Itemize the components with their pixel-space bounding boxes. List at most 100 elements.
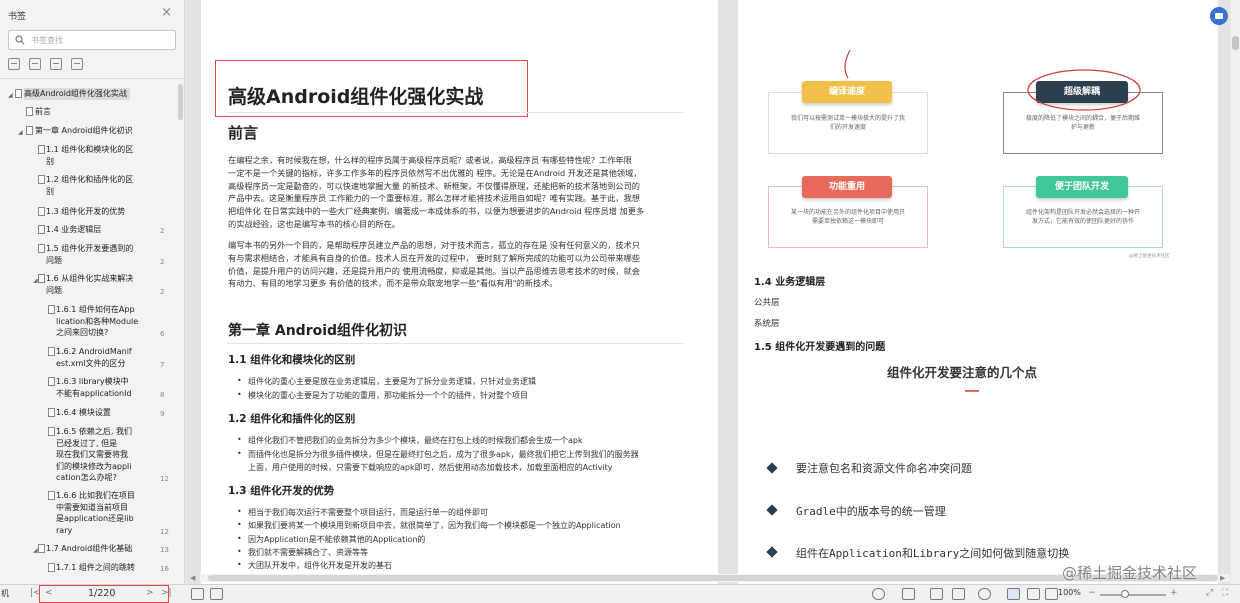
callout-text: 我们可以按需测试单一模块极大的提升了我 们的开发速度 [790, 115, 905, 131]
bookmark-page-icon [38, 225, 45, 234]
toc-item-label: 第一章 Android组件化初识 [35, 126, 133, 135]
toc-item-label: 1.6 从组件化实战来解决 问题 [46, 274, 134, 295]
fit-screen-icon[interactable]: ⤢ [1206, 588, 1213, 598]
callout-text: 某一块的功能在另外的组件化项目中使用只 需要单独依赖这一模块即可 [790, 209, 905, 225]
bookmark-page-icon [48, 347, 55, 356]
bookmark-page-icon [38, 145, 45, 154]
collapse-all-icon[interactable] [29, 58, 41, 70]
toc-item-label: 前言 [35, 107, 51, 116]
page-indicator[interactable]: 1/220 [88, 588, 115, 599]
list-item: 系统层 [754, 319, 780, 329]
badge-compile-speed: 编译速度 [802, 81, 892, 103]
list-item: 而插件化也是拆分为很多插件模块，但是在最终打包之后，成为了很多apk，最终我们把… [237, 449, 639, 460]
toc-page-number: 2 [160, 227, 165, 235]
toc-item-label: 高级Android组件化强化实战 [24, 88, 130, 100]
toc-page-number: 16 [160, 565, 169, 573]
expand-arrow-icon[interactable]: ◢ [18, 127, 23, 139]
points-title-underline [965, 390, 979, 392]
zoom-slider[interactable] [1100, 594, 1166, 596]
single-page-icon[interactable] [902, 588, 915, 600]
add-bookmark-icon[interactable] [50, 58, 62, 70]
bookmark-page-icon [48, 305, 55, 314]
doc-title: 高级Android组件化强化实战 [228, 86, 484, 108]
section-1-5-heading: 1.5 组件化开发要遇到的问题 [754, 342, 886, 353]
toc-page-number: 6 [160, 330, 165, 338]
toc-item-label: 1.3 组件化开发的优势 [46, 207, 126, 216]
list-item-continued: 上面，用户使用的时候，只需要下载响应的apk即可，然后使用动态加载技术，加载里面… [248, 463, 613, 472]
list-item: 如果我们要将某一个模块用到新项目中去，就很简单了，因为我们每一个模块都是一个独立… [237, 520, 621, 531]
bookmark-sidebar: 书签 × ◢ 高级Android组件化强化实战前言 ◢ 第一章 Android组件化初… [0, 0, 185, 584]
vertical-scrollbar[interactable] [1231, 0, 1240, 584]
sidebar-title: 书签 [8, 12, 27, 22]
zoom-level[interactable]: 100% [1058, 588, 1081, 597]
section-1-2-heading: 1.2 组件化和插件化的区别 [228, 413, 356, 425]
prev-page-icon[interactable]: < [45, 588, 53, 598]
zoom-slider-thumb[interactable] [1121, 590, 1129, 598]
preface-paragraph-1: 在编程之余，有时候我在想，什么样的程序员属于高级程序员呢？或者说，高级程序员 有… [228, 154, 644, 231]
eye-protect-icon[interactable] [872, 588, 885, 600]
bookmark-page-icon [38, 244, 45, 253]
fit-page-icon[interactable] [191, 588, 204, 600]
diamond-bullet-icon [766, 546, 778, 558]
paragraph-line: 在编程之余，有时候我在想，什么样的程序员属于高级程序员呢？或者说，高级程序员 有… [228, 155, 632, 165]
sidebar-header: 书签 × [0, 0, 184, 28]
bookmark-page-icon [48, 491, 55, 500]
fullscreen-icon[interactable]: ⛶ [1222, 588, 1228, 598]
bookmark-page-icon [38, 207, 45, 216]
point-item: 组件在Application和Library之间如何做到随意切换 [796, 547, 1070, 560]
view-mode-icon[interactable] [1007, 588, 1020, 600]
list-item: 相当于我们每次运行不需要整个项目运行，而是运行单一的组件即可 [237, 507, 488, 518]
toc-scrollbar[interactable] [178, 84, 183, 120]
toc-page-number: 9 [160, 410, 165, 418]
document-page-left: 高级Android组件化强化实战 前言 在编程之余，有时候我在想，什么样的程序员… [201, 0, 718, 584]
point-item: Gradle中的版本号的统一管理 [796, 505, 946, 518]
paragraph-line: 有动力、有目的地学习更多 有价值的技术，而不是带众取宠地学一些"看似有用"的新技… [228, 278, 558, 289]
close-icon[interactable]: × [161, 5, 172, 20]
section-1-4-heading: 1.4 业务逻辑层 [754, 277, 826, 288]
bookmark-page-icon [38, 544, 45, 553]
expand-all-icon[interactable] [8, 58, 20, 70]
toc-item-label: 1.6.3 library模块中 不能有applicationId [56, 377, 132, 398]
zoom-in-icon[interactable]: + [1170, 588, 1178, 598]
two-column-icon[interactable] [1027, 588, 1040, 600]
paragraph-line: 产品中去。这是衡量程序员 工作能力的一个重要标准，那么怎样才能将技术运用自如呢？… [228, 193, 640, 204]
bookmark-page-icon [48, 377, 55, 386]
toc-item-label: 1.1 组件化和模块化的区 别 [46, 145, 134, 166]
list-item: 因为Application是不能依赖其他的Application的 [237, 534, 425, 545]
document-viewport: 高级Android组件化强化实战 前言 在编程之余，有时候我在想，什么样的程序员… [186, 0, 1230, 584]
diamond-bullet-icon [766, 462, 778, 474]
expand-arrow-icon[interactable]: ◢ [33, 545, 38, 557]
expand-arrow-icon[interactable]: ◢ [33, 275, 38, 287]
chapter-1-heading: 第一章 Android组件化初识 [228, 323, 408, 339]
toc-tree: ◢ 高级Android组件化强化实战前言 ◢ 第一章 Android组件化初识 1.1 … [0, 82, 176, 580]
assistant-icon [1215, 13, 1223, 19]
vertical-scroll-thumb[interactable] [1232, 36, 1239, 50]
point-item: 要注意包名和资源文件命名冲突问题 [796, 462, 972, 475]
grid-view-icon[interactable] [1045, 588, 1058, 600]
last-page-icon[interactable]: >| [161, 588, 172, 598]
expand-arrow-icon[interactable]: ◢ [8, 90, 13, 102]
list-item: 公共层 [754, 298, 780, 308]
zoom-out-icon[interactable]: − [1088, 588, 1096, 598]
bookmark-page-icon [26, 126, 33, 135]
fit-width-icon[interactable] [210, 588, 223, 600]
continuous-icon[interactable] [952, 588, 965, 600]
bookmark-page-icon [48, 408, 55, 417]
bookmark-icon[interactable] [71, 58, 83, 70]
scroll-right-icon[interactable]: ▶ [1220, 574, 1225, 582]
search-input[interactable] [31, 34, 171, 47]
assistant-button[interactable] [1210, 7, 1228, 25]
play-icon[interactable] [978, 588, 991, 600]
toc-page-number: 12 [160, 527, 169, 536]
double-page-icon[interactable] [930, 588, 943, 600]
list-item: 大团队开发中，组件化开发是开发的基石 [237, 560, 392, 571]
toc-page-number: 2 [160, 287, 165, 296]
bookmark-search[interactable] [8, 30, 176, 50]
toc-page-number: 7 [160, 360, 165, 369]
search-icon [15, 35, 25, 45]
scroll-left-icon[interactable]: ◀ [190, 574, 195, 582]
preface-heading: 前言 [228, 124, 259, 142]
next-page-icon[interactable]: > [146, 588, 154, 598]
paragraph-line: 高级程序员一定是勤奋的，可以快速地掌握大量 的新技术、新框架，不仅懂得原理，还能… [228, 180, 640, 191]
badge-team-dev: 便于团队开发 [1036, 176, 1128, 198]
